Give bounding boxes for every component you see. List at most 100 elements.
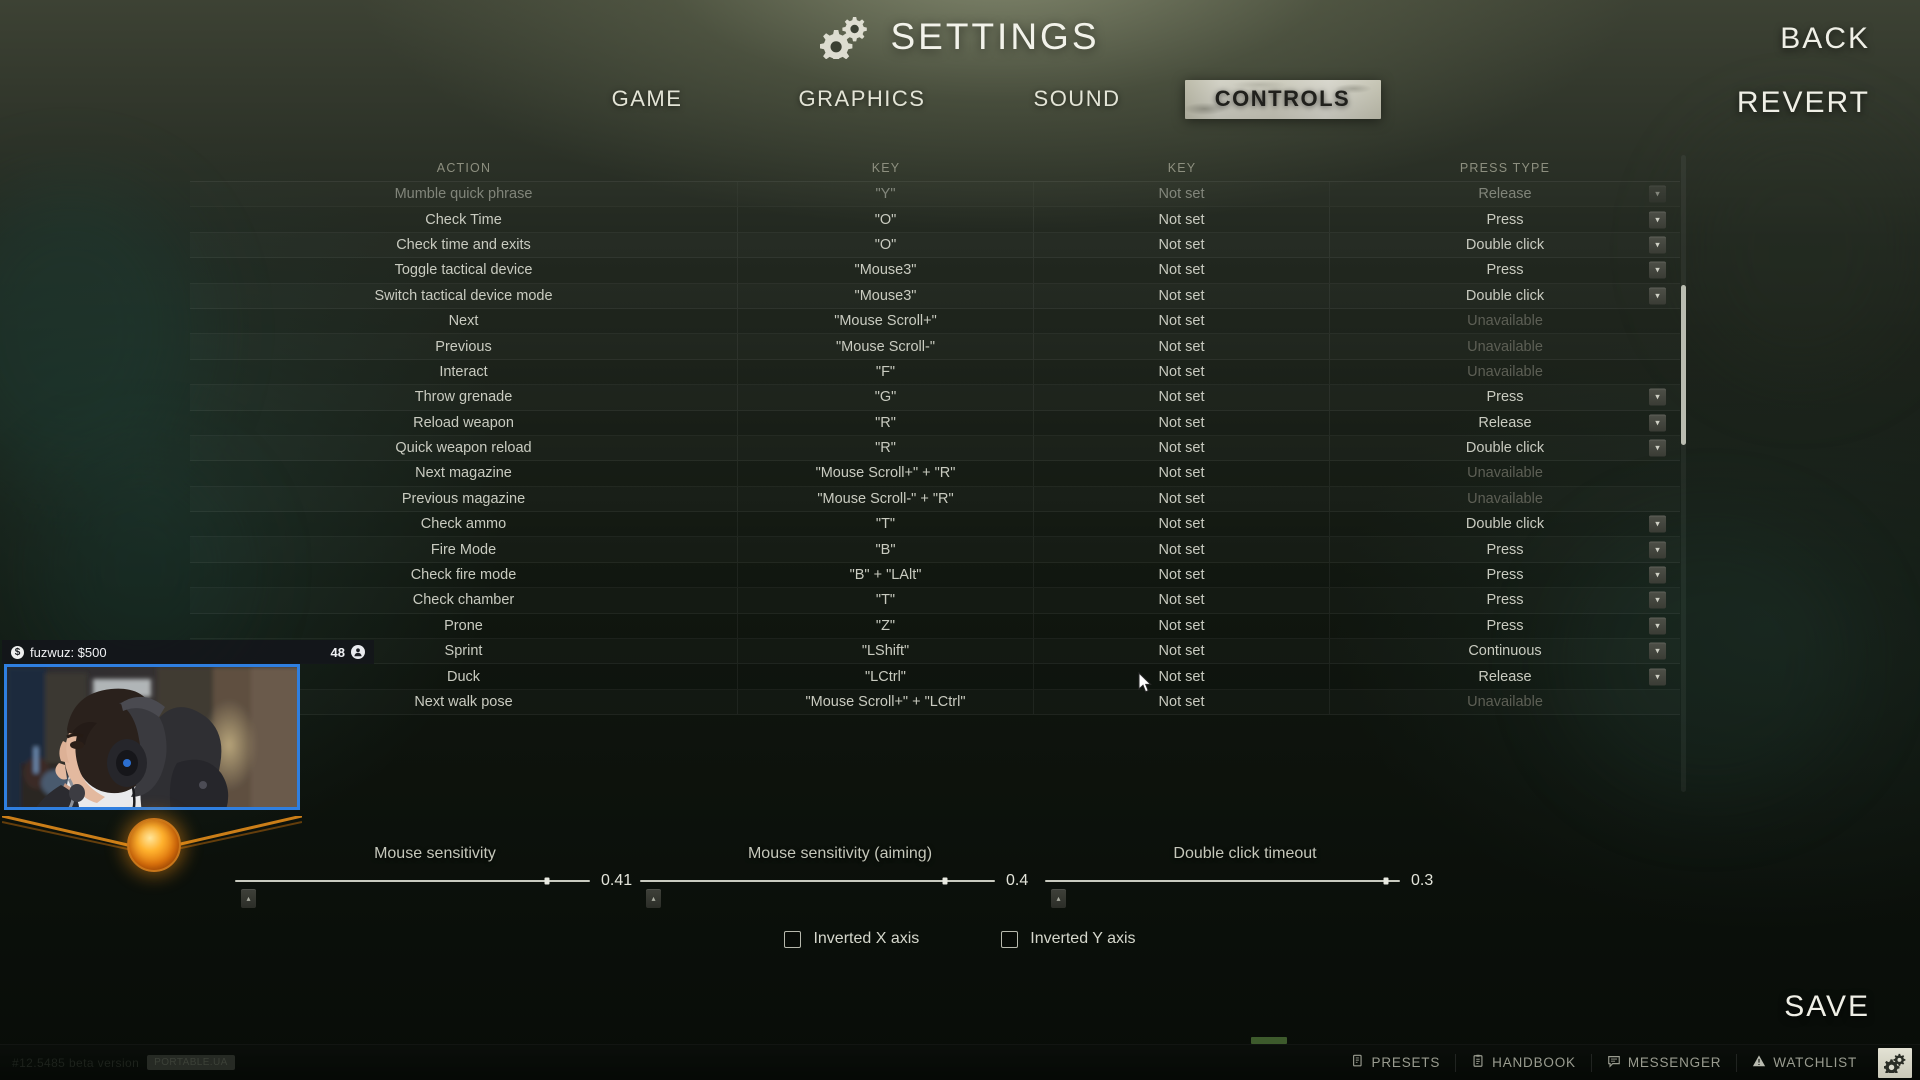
cell-press-type[interactable]: Double click ▾ <box>1330 436 1680 460</box>
cell-key-secondary[interactable]: Not set <box>1034 689 1330 715</box>
cell-press-type[interactable]: Press ▾ <box>1330 588 1680 612</box>
table-row[interactable]: Next magazine "Mouse Scroll+" + "R" Not se… <box>190 461 1680 487</box>
taskbar-gear-button[interactable] <box>1878 1047 1912 1078</box>
table-scrollbar-track[interactable] <box>1681 155 1686 792</box>
slider-knob[interactable] <box>942 877 948 885</box>
cell-key-primary[interactable]: "T" <box>738 512 1034 537</box>
save-button[interactable]: SAVE <box>1784 990 1870 1024</box>
table-row[interactable]: Next walk pose "Mouse Scroll+" + "LCtrl" N… <box>190 689 1680 716</box>
cell-key-secondary[interactable]: Not set <box>1034 207 1330 232</box>
back-button[interactable]: BACK <box>1780 22 1870 56</box>
tab-controls[interactable]: CONTROLS <box>1184 79 1381 119</box>
cell-key-primary[interactable]: "LShift" <box>738 639 1034 664</box>
cell-key-secondary[interactable]: Not set <box>1034 258 1330 283</box>
table-row[interactable]: Prone "Z" Not set Press ▾ <box>190 613 1680 640</box>
table-row[interactable]: Check time and exits "O" Not set Double cli… <box>190 232 1680 259</box>
cell-key-primary[interactable]: "O" <box>738 207 1034 232</box>
cell-press-type[interactable]: Release ▾ <box>1330 664 1680 688</box>
cell-key-primary[interactable]: "B" <box>738 537 1034 562</box>
table-row[interactable]: Reload weapon "R" Not set Release ▾ <box>190 410 1680 436</box>
chevron-down-icon[interactable]: ▾ <box>1649 668 1666 686</box>
revert-button[interactable]: REVERT <box>1737 86 1870 120</box>
table-row[interactable]: Check ammo "T" Not set Double click ▾ <box>190 512 1680 538</box>
checkbox-box-icon[interactable] <box>784 930 802 948</box>
tab-game[interactable]: GAME <box>540 78 755 120</box>
cell-press-type[interactable]: Release ▾ <box>1330 182 1680 206</box>
cell-key-primary[interactable]: "Mouse3" <box>738 283 1034 308</box>
checkbox-inverted-x-axis[interactable]: Inverted X axis <box>784 930 919 948</box>
taskbar-item-messenger[interactable]: MESSENGER <box>1592 1045 1736 1080</box>
cell-press-type[interactable]: Press ▾ <box>1330 385 1680 409</box>
slider-track[interactable] <box>1045 877 1400 885</box>
cell-key-primary[interactable]: "Y" <box>738 182 1034 206</box>
cell-key-secondary[interactable]: Not set <box>1034 435 1330 461</box>
chevron-down-icon[interactable]: ▾ <box>1649 566 1666 584</box>
table-row[interactable]: Previous magazine "Mouse Scroll-" + "R" No… <box>190 486 1680 513</box>
table-row[interactable]: Check fire mode "B" + "LAlt" Not set Press ▾ <box>190 562 1680 589</box>
slider-stepper-button[interactable]: ▴ <box>1051 889 1066 908</box>
cell-key-secondary[interactable]: Not set <box>1034 308 1330 334</box>
cell-key-secondary[interactable]: Not set <box>1034 461 1330 486</box>
table-row[interactable]: Sprint "LShift" Not set Continuous ▾ <box>190 639 1680 665</box>
slider-stepper-button[interactable]: ▴ <box>646 889 661 908</box>
cell-key-primary[interactable]: "B" + "LAlt" <box>738 562 1034 588</box>
cell-key-primary[interactable]: "Mouse Scroll+" + "R" <box>738 461 1034 486</box>
cell-key-secondary[interactable]: Not set <box>1034 182 1330 206</box>
cell-key-primary[interactable]: "O" <box>738 232 1034 258</box>
taskbar-item-presets[interactable]: PRESETS <box>1336 1045 1456 1080</box>
cell-key-secondary[interactable]: Not set <box>1034 385 1330 410</box>
table-row[interactable]: Check Time "O" Not set Press ▾ <box>190 207 1680 233</box>
cell-press-type[interactable]: Double click ▾ <box>1330 284 1680 308</box>
chevron-down-icon[interactable]: ▾ <box>1649 211 1666 229</box>
cell-press-type[interactable]: Press ▾ <box>1330 258 1680 282</box>
cell-key-secondary[interactable]: Not set <box>1034 562 1330 588</box>
cell-press-type[interactable]: Continuous ▾ <box>1330 639 1680 663</box>
table-row[interactable]: Previous "Mouse Scroll-" Not set Unavailabl… <box>190 334 1680 360</box>
cell-key-secondary[interactable]: Not set <box>1034 486 1330 512</box>
cell-key-secondary[interactable]: Not set <box>1034 512 1330 537</box>
cell-key-secondary[interactable]: Not set <box>1034 334 1330 359</box>
taskbar-item-watchlist[interactable]: WATCHLIST <box>1737 1045 1872 1080</box>
cell-key-primary[interactable]: "R" <box>738 410 1034 435</box>
cell-key-secondary[interactable]: Not set <box>1034 613 1330 639</box>
cell-key-primary[interactable]: "T" <box>738 588 1034 613</box>
cell-press-type[interactable]: Release ▾ <box>1330 411 1680 435</box>
chevron-down-icon[interactable]: ▾ <box>1649 515 1666 533</box>
table-row[interactable]: Mumble quick phrase "Y" Not set Release ▾ <box>190 182 1680 207</box>
chevron-down-icon[interactable]: ▾ <box>1649 642 1666 660</box>
table-row[interactable]: Check chamber "T" Not set Press ▾ <box>190 588 1680 614</box>
cell-key-secondary[interactable]: Not set <box>1034 588 1330 613</box>
cell-press-type[interactable]: Press ▾ <box>1330 537 1680 561</box>
cell-key-primary[interactable]: "Mouse Scroll+" <box>738 308 1034 334</box>
table-row[interactable]: Toggle tactical device "Mouse3" Not set Pre… <box>190 258 1680 284</box>
cell-press-type[interactable]: Double click ▾ <box>1330 512 1680 536</box>
cell-key-secondary[interactable]: Not set <box>1034 664 1330 689</box>
slider-stepper-button[interactable]: ▴ <box>241 889 256 908</box>
cell-key-primary[interactable]: "Mouse Scroll-" <box>738 334 1034 359</box>
cell-press-type[interactable]: Press ▾ <box>1330 563 1680 587</box>
chevron-down-icon[interactable]: ▾ <box>1649 388 1666 406</box>
table-scrollbar-thumb[interactable] <box>1681 285 1686 445</box>
checkbox-box-icon[interactable] <box>1001 930 1019 948</box>
cell-key-secondary[interactable]: Not set <box>1034 232 1330 258</box>
checkbox-inverted-y-axis[interactable]: Inverted Y axis <box>1001 930 1136 948</box>
cell-key-primary[interactable]: "Mouse Scroll+" + "LCtrl" <box>738 689 1034 715</box>
cell-press-type[interactable]: Double click ▾ <box>1330 233 1680 257</box>
table-row[interactable]: Switch tactical device mode "Mouse3" Not s… <box>190 283 1680 309</box>
tab-sound[interactable]: SOUND <box>970 78 1185 120</box>
cell-press-type[interactable]: Press ▾ <box>1330 614 1680 638</box>
cell-press-type[interactable]: Press ▾ <box>1330 207 1680 231</box>
slider-knob[interactable] <box>1383 877 1389 885</box>
taskbar-item-handbook[interactable]: HANDBOOK <box>1456 1045 1591 1080</box>
cell-key-primary[interactable]: "R" <box>738 435 1034 461</box>
slider-track[interactable] <box>640 877 995 885</box>
cell-key-primary[interactable]: "Z" <box>738 613 1034 639</box>
slider-knob[interactable] <box>544 877 550 885</box>
cell-key-secondary[interactable]: Not set <box>1034 537 1330 562</box>
tab-graphics[interactable]: GRAPHICS <box>755 78 970 120</box>
table-row[interactable]: Next "Mouse Scroll+" Not set Unavailable <box>190 308 1680 335</box>
cell-key-primary[interactable]: "Mouse Scroll-" + "R" <box>738 486 1034 512</box>
chevron-down-icon[interactable]: ▾ <box>1649 414 1666 432</box>
chevron-down-icon[interactable]: ▾ <box>1649 287 1666 305</box>
cell-key-primary[interactable]: "G" <box>738 385 1034 410</box>
